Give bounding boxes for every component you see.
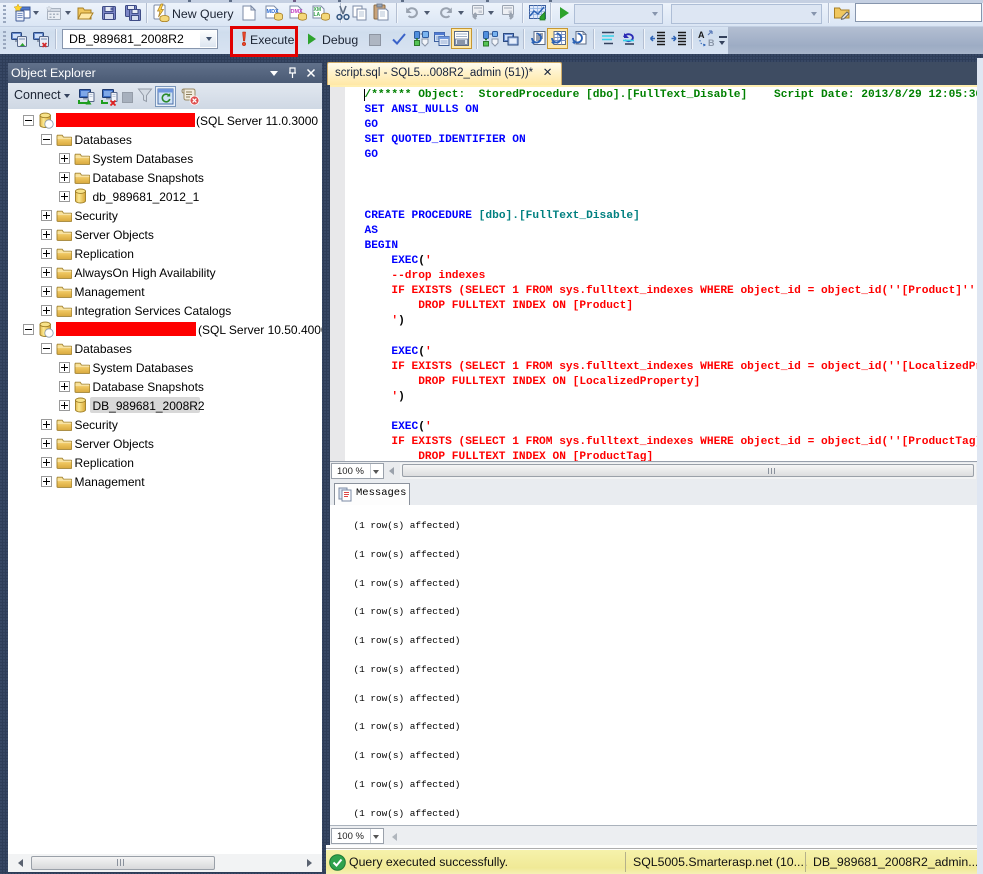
- svg-text:B: B: [708, 38, 715, 48]
- svg-text:A: A: [698, 30, 705, 40]
- svg-text:LA: LA: [314, 12, 321, 18]
